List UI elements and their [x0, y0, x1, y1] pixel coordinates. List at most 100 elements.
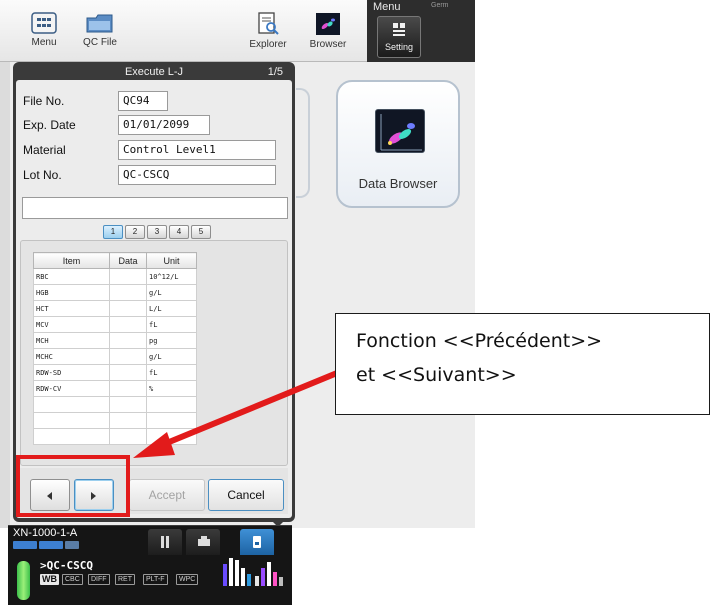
cell-item: HCT: [33, 300, 110, 317]
cell-item: [33, 396, 110, 413]
table-row[interactable]: HGB g/L: [33, 284, 197, 301]
rack-icon: [198, 536, 210, 546]
cell-item: HGB: [33, 284, 110, 301]
reagent-bar: [255, 576, 259, 586]
qc-file-button[interactable]: QC File: [68, 6, 132, 58]
cell-data: [109, 332, 147, 349]
cell-item: MCV: [33, 316, 110, 333]
analyzer-status-indicator: [17, 561, 30, 600]
discipline-ret: RET: [115, 574, 135, 585]
tube-tab[interactable]: [148, 529, 182, 555]
menu-panel-title: Menu: [373, 1, 401, 13]
material-field[interactable]: Control Level1: [118, 140, 276, 160]
table-row[interactable]: [33, 412, 197, 429]
discipline-plt-f: PLT-F: [143, 574, 168, 585]
menu-grid-icon: [31, 12, 57, 34]
tube-icon: [161, 536, 169, 548]
lot-no-field[interactable]: QC-CSCQ: [118, 165, 276, 185]
cell-unit: pg: [146, 332, 197, 349]
data-browser-label: Data Browser: [358, 176, 438, 191]
discipline-diff: DIFF: [88, 574, 110, 585]
page-button-1[interactable]: 1: [103, 225, 123, 239]
rack-tab[interactable]: [186, 529, 220, 555]
dialog-page-indicator: 1/5: [267, 66, 283, 78]
table-header-row: Item Data Unit: [33, 252, 197, 269]
cell-unit: 10^12/L: [146, 268, 197, 285]
annotation-callout: Fonction <<Précédent>> et <<Suivant>>: [335, 313, 710, 415]
sampler-tab[interactable]: [240, 529, 274, 555]
material-label: Material: [23, 143, 66, 157]
page-button-5[interactable]: 5: [191, 225, 211, 239]
cell-unit: fL: [146, 364, 197, 381]
cell-data: [109, 396, 147, 413]
cell-item: RDW-SD: [33, 364, 110, 381]
accept-button[interactable]: Accept: [129, 479, 205, 511]
qc-folder-icon: [86, 14, 113, 33]
browser-button[interactable]: Browser: [296, 6, 360, 58]
reagent-bar: [229, 558, 233, 586]
cancel-button[interactable]: Cancel: [208, 479, 284, 511]
page-button-3[interactable]: 3: [147, 225, 167, 239]
analyzer-status-panel[interactable]: XN-1000-1-A >QC-CSCQ WB CBC DIFF RET PLT…: [8, 525, 292, 605]
table-row[interactable]: [33, 396, 197, 413]
callout-line-2: et <<Suivant>>: [356, 364, 517, 386]
exp-date-field[interactable]: 01/01/2099: [118, 115, 210, 135]
cell-data: [109, 348, 147, 365]
cell-data: [109, 412, 147, 429]
explorer-button[interactable]: Explorer: [236, 6, 300, 58]
table-row[interactable]: MCH pg: [33, 332, 197, 349]
page-button-4[interactable]: 4: [169, 225, 189, 239]
measurement-mode: WB: [40, 574, 59, 585]
analyzer-name: XN-1000-1-A: [13, 527, 78, 539]
table-row[interactable]: RBC 10^12/L: [33, 268, 197, 285]
table-row[interactable]: [33, 428, 197, 445]
module-chip-icon: [39, 541, 63, 549]
discipline-cbc: CBC: [62, 574, 83, 585]
module-chip-icon: [13, 541, 37, 549]
reagent-bar: [247, 574, 251, 586]
explorer-button-label: Explorer: [249, 39, 287, 50]
reagent-level-bars: [223, 556, 285, 586]
sample-id: >QC-CSCQ: [40, 559, 93, 572]
cell-item: RDW-CV: [33, 380, 110, 397]
column-header-item: Item: [33, 252, 110, 269]
cell-item: MCH: [33, 332, 110, 349]
reagent-bar: [235, 560, 239, 586]
reagent-bar: [241, 568, 245, 586]
table-row[interactable]: MCHC g/L: [33, 348, 197, 365]
column-header-data: Data: [109, 252, 147, 269]
data-browser-tile[interactable]: Data Browser: [336, 80, 460, 208]
language-indicator: Germ: [431, 2, 449, 9]
cell-data: [109, 364, 147, 381]
qc-data-grid-frame: Item Data Unit RBC 10^12/L HGB g/L HCT L/L …: [20, 240, 288, 466]
setting-button[interactable]: Setting: [377, 16, 421, 58]
table-row[interactable]: RDW-CV%: [33, 380, 197, 397]
cell-unit: g/L: [146, 284, 197, 301]
analyzer-module-chips: [13, 541, 81, 555]
table-row[interactable]: HCT L/L: [33, 300, 197, 317]
cell-item: [33, 428, 110, 445]
menu-button-label: Menu: [31, 37, 57, 48]
cell-item: [33, 412, 110, 429]
cell-data: [109, 380, 147, 397]
file-no-label: File No.: [23, 94, 65, 108]
cell-unit: [146, 396, 197, 413]
table-row[interactable]: RDW-SD fL: [33, 364, 197, 381]
cell-data: [109, 268, 147, 285]
reagent-bar: [223, 564, 227, 586]
reagent-bar: [261, 568, 265, 586]
execute-lj-dialog: Execute L-J 1/5 File No. QC94 Exp. Date …: [13, 62, 295, 522]
table-row[interactable]: MCV fL: [33, 316, 197, 333]
menu-button[interactable]: Menu: [12, 6, 76, 58]
setting-icon: [393, 23, 405, 36]
explorer-icon: [258, 12, 279, 35]
qc-file-button-label: QC File: [83, 37, 117, 48]
setting-button-label: Setting: [384, 42, 414, 52]
cell-unit: [146, 412, 197, 429]
page-button-2[interactable]: 2: [125, 225, 145, 239]
data-browser-icon: [375, 109, 425, 153]
cell-unit: fL: [146, 316, 197, 333]
dialog-title: Execute L-J: [124, 66, 184, 78]
cell-data: [109, 428, 147, 445]
file-no-field[interactable]: QC94: [118, 91, 168, 111]
